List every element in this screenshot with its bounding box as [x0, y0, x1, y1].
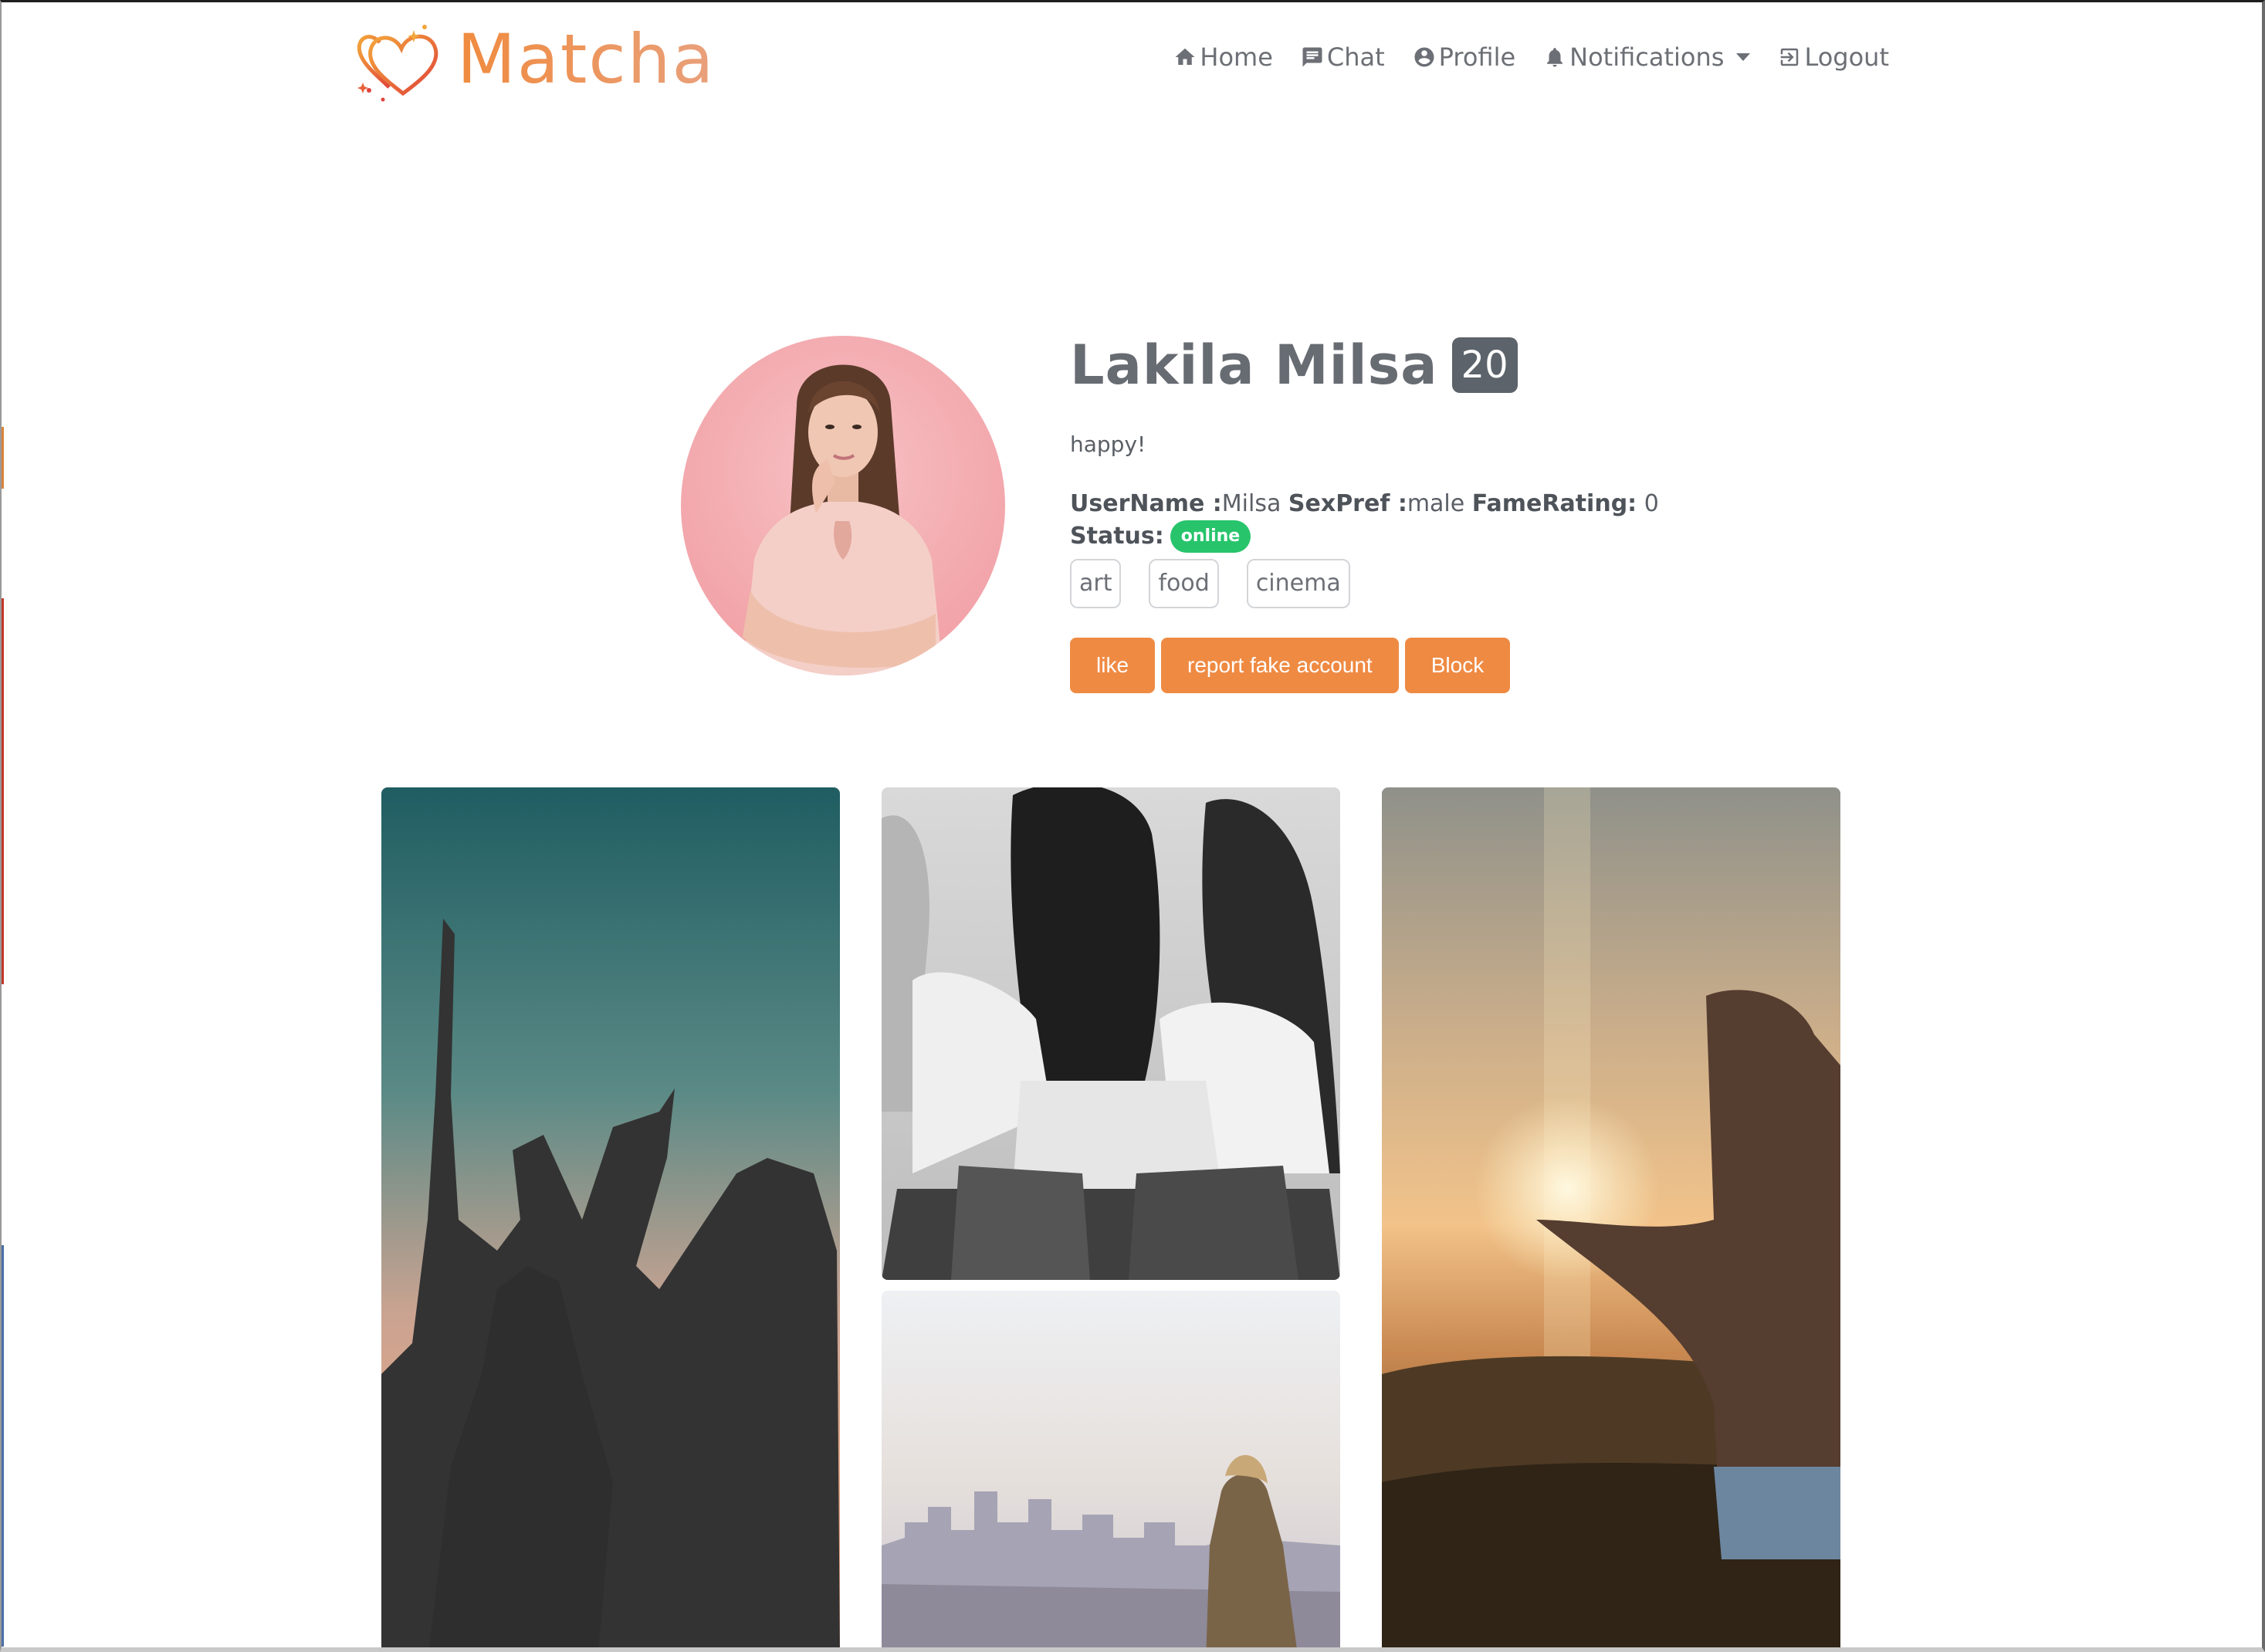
nav-home-label: Home: [1200, 42, 1273, 72]
status-label: Status:: [1070, 523, 1164, 550]
gallery-photo[interactable]: [1382, 787, 1840, 1647]
profile-icon: [1414, 47, 1434, 67]
bell-icon: [1547, 48, 1563, 67]
edge-marker: [2, 598, 4, 984]
three-friends-photo: [882, 787, 1340, 1280]
nav-home-link[interactable]: Home: [1173, 42, 1273, 72]
profile-name: Lakila Milsa: [1070, 333, 1438, 397]
status-line: Status: online: [1070, 520, 1765, 553]
home-icon: [1175, 48, 1195, 65]
profile-bio: happy!: [1070, 432, 1146, 457]
block-button[interactable]: Block: [1404, 638, 1511, 693]
nav-logout-label: Logout: [1804, 42, 1889, 72]
fame-label: FameRating:: [1471, 490, 1637, 517]
status-badge: online: [1170, 520, 1251, 553]
browser-viewport: Matcha Home Chat Profile Notifications L…: [0, 0, 2265, 1652]
gallery-photo[interactable]: [381, 787, 840, 1647]
name-row: Lakila Milsa 20: [1070, 327, 1765, 404]
profile-info: Lakila Milsa 20 happy! UserName :Milsa S…: [1070, 327, 1765, 693]
chat-icon: [1302, 47, 1322, 67]
interest-tags: art food cinema: [1070, 559, 1765, 608]
tag-item: cinema: [1246, 559, 1350, 608]
silhouettes-sunset-photo: [381, 787, 840, 1647]
chevron-down-icon: [1736, 53, 1751, 61]
sunlit-field-photo: [1382, 787, 1840, 1647]
fame-value: 0: [1644, 490, 1659, 517]
logout-icon: [1781, 48, 1799, 66]
gallery-photo[interactable]: [882, 1291, 1340, 1647]
nav-logout-link[interactable]: Logout: [1778, 42, 1889, 72]
brand-name: Matcha: [457, 19, 716, 99]
city-view-photo: [882, 1291, 1340, 1647]
sexpref-label: SexPref :: [1288, 490, 1407, 517]
like-button[interactable]: like: [1070, 638, 1156, 693]
username-value: Milsa: [1221, 490, 1281, 517]
nav-notifications-dropdown[interactable]: Notifications: [1543, 42, 1751, 72]
navbar: Matcha Home Chat Profile Notifications L…: [357, 16, 1901, 103]
edge-marker: [2, 427, 4, 489]
gallery-photo[interactable]: [882, 787, 1340, 1280]
nav-profile-link[interactable]: Profile: [1413, 42, 1516, 72]
nav-links: Home Chat Profile Notifications Logout: [1173, 36, 1901, 78]
report-fake-account-button[interactable]: report fake account: [1161, 638, 1399, 693]
nav-chat-link[interactable]: Chat: [1301, 42, 1385, 72]
heart-logo-icon: [357, 25, 438, 102]
nav-notifications-label: Notifications: [1569, 42, 1725, 72]
tag-item: food: [1149, 559, 1219, 608]
nav-chat-label: Chat: [1326, 42, 1385, 72]
edge-marker: [2, 1245, 4, 1647]
age-badge: 20: [1451, 337, 1518, 393]
nav-profile-label: Profile: [1438, 42, 1516, 72]
avatar-photo: [743, 364, 943, 675]
meta-line: UserName :Milsa SexPref :male FameRating…: [1070, 488, 1765, 520]
sexpref-value: male: [1407, 490, 1465, 517]
profile-meta: UserName :Milsa SexPref :male FameRating…: [1070, 488, 1765, 553]
profile-avatar: [681, 336, 1005, 675]
brand-link[interactable]: Matcha: [357, 16, 727, 103]
profile-actions: like report fake account Block: [1070, 638, 1765, 693]
username-label: UserName :: [1070, 490, 1222, 517]
tag-item: art: [1070, 559, 1122, 608]
